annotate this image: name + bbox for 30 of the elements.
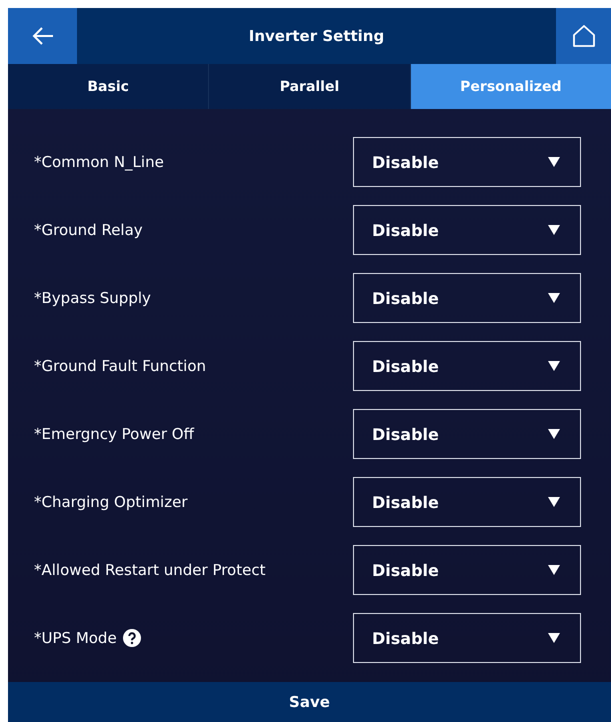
setting-label: *Charging Optimizer	[34, 493, 188, 511]
caret-icon	[548, 565, 560, 575]
dropdown[interactable]: Disable	[353, 137, 581, 187]
dropdown[interactable]: Disable	[353, 341, 581, 391]
caret-icon	[548, 633, 560, 643]
setting-label: *Bypass Supply	[34, 289, 151, 307]
home-button[interactable]	[556, 8, 611, 64]
dropdown[interactable]: Disable	[353, 613, 581, 663]
back-arrow-icon[interactable]	[32, 27, 54, 45]
dropdown[interactable]: Disable	[353, 477, 581, 527]
dropdown[interactable]: Disable	[353, 409, 581, 459]
setting-label: *Emergncy Power Off	[34, 425, 194, 443]
setting-label: *Ground Relay	[34, 221, 143, 239]
caret-icon	[548, 157, 560, 167]
save-button[interactable]: Save	[8, 682, 611, 722]
screen-title: Inverter Setting	[248, 26, 386, 47]
dropdown[interactable]: Disable	[353, 205, 581, 255]
caret-icon	[548, 225, 560, 235]
caret-icon	[548, 293, 560, 303]
dropdown[interactable]: Disable	[353, 273, 581, 323]
setting-label: *Common N_Line	[34, 153, 164, 171]
setting-label: *Allowed Restart under Protect	[34, 561, 266, 579]
caret-icon	[548, 361, 560, 371]
setting-label: *Ground Fault Function	[34, 357, 206, 375]
help-icon[interactable]	[122, 629, 141, 647]
caret-icon	[548, 429, 560, 439]
caret-icon	[548, 497, 560, 507]
home-icon[interactable]	[572, 25, 596, 47]
setting-label: *UPS Mode	[34, 629, 117, 647]
dropdown[interactable]: Disable	[353, 545, 581, 595]
